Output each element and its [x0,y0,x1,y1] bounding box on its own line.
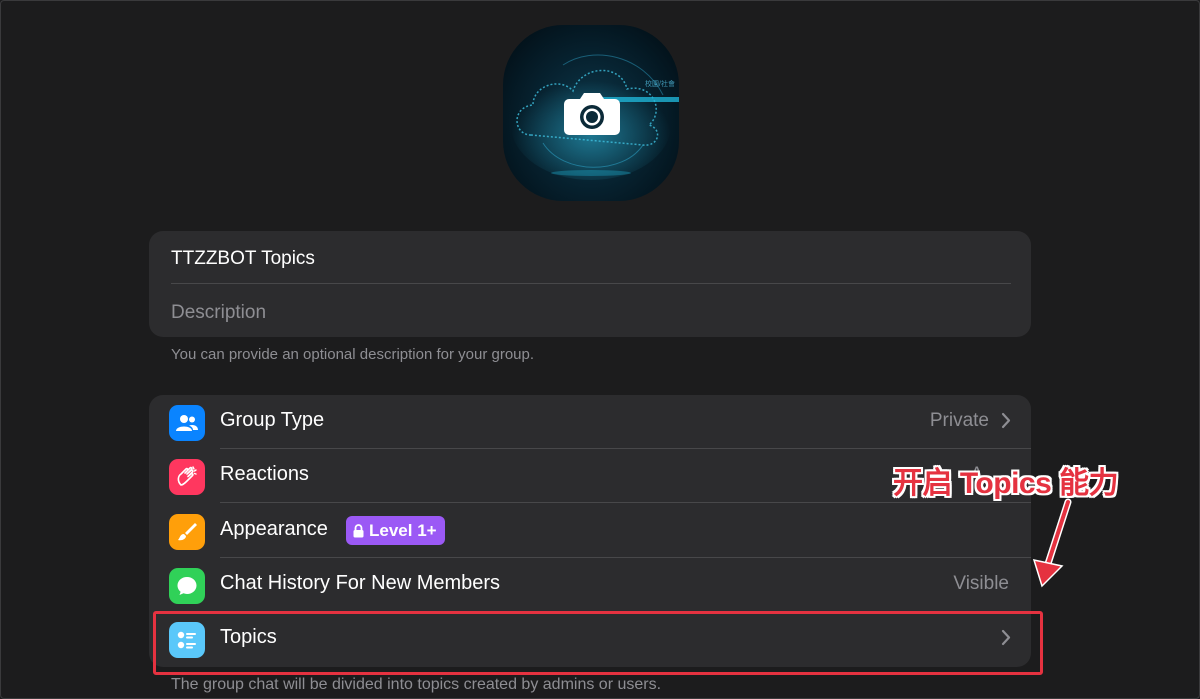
topics-hint: The group chat will be divided into topi… [171,676,662,693]
annotation-arrow-icon [1032,498,1072,588]
camera-icon[interactable] [563,91,621,135]
appearance-row[interactable]: Appearance Level 1+ [149,504,1031,558]
chevron-right-icon [1001,412,1011,429]
topics-highlight-box [153,611,1043,675]
group-avatar[interactable]: 校園/社會 [503,25,679,201]
group-type-label: Group Type [220,409,325,431]
avatar-caption: 校園/社會 [645,81,675,88]
level-badge-label: Level 1+ [369,520,437,540]
appearance-label: Appearance [220,518,328,540]
divider [220,502,1031,503]
speech-bubble-icon [169,568,205,604]
chat-history-label: Chat History For New Members [220,572,501,594]
description-input[interactable]: Description [171,302,266,324]
clap-icon [169,459,205,495]
brush-icon [169,514,205,550]
people-icon [169,405,205,441]
lock-icon [353,523,364,537]
chat-history-row[interactable]: Chat History For New Members Visible [149,558,1031,612]
divider [171,283,1011,284]
level-badge: Level 1+ [346,516,445,545]
annotation-text: 开启 Topics 能力 [893,467,1119,500]
group-type-row[interactable]: Group Type Private [149,395,1031,449]
group-type-value: Private [929,410,989,431]
description-hint: You can provide an optional description … [171,346,535,363]
chat-history-value: Visible [953,573,1009,594]
group-name-input[interactable]: TTZZBOT Topics [171,248,315,270]
group-name-card: TTZZBOT Topics Description [149,231,1031,337]
reactions-label: Reactions [220,463,309,485]
